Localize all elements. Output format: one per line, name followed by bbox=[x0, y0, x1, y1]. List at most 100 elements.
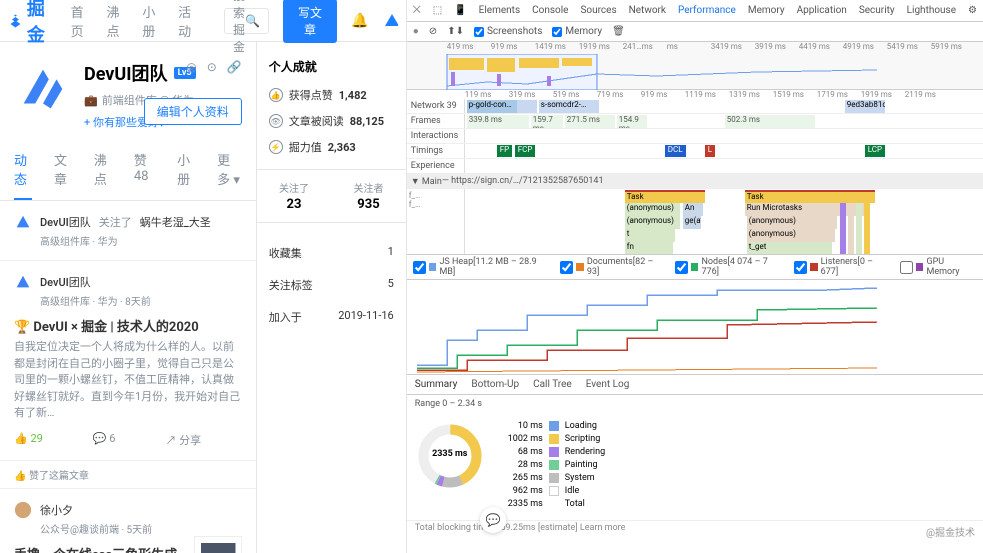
inspect-icon[interactable]: ⬚ bbox=[433, 5, 442, 16]
fn-bar[interactable]: t bbox=[625, 229, 675, 242]
frame-bar[interactable]: 271.5 ms bbox=[565, 115, 615, 128]
task-bar[interactable]: Task bbox=[745, 190, 875, 203]
feed-item[interactable]: 徐小夕 公众号@趣谈前端 · 5天前 手撸一个在线css三角形生成器 为了提高 … bbox=[0, 489, 256, 553]
feed-item[interactable]: DevUI团队 关注了 蜗牛老湿_大圣 高级组件库 · 华为 bbox=[0, 201, 256, 261]
fn-bar[interactable]: (anonymous) bbox=[625, 203, 680, 216]
nav-home[interactable]: 首页 bbox=[71, 2, 93, 40]
listeners-checkbox[interactable]: Listeners[0 – 677] bbox=[794, 257, 890, 277]
tab-more[interactable]: 更多 ▾ bbox=[217, 140, 242, 200]
feed-meta: 高级组件库 · 华为 · 8天前 bbox=[40, 293, 242, 308]
fp-marker[interactable]: FP bbox=[497, 145, 512, 157]
frame-bar[interactable]: 159.7 ms bbox=[531, 115, 563, 128]
memory-checkbox[interactable]: Memory bbox=[552, 26, 602, 37]
screenshots-checkbox[interactable]: Screenshots bbox=[474, 26, 542, 37]
weibo-icon[interactable]: ◎ bbox=[186, 60, 196, 74]
panel-security[interactable]: Security bbox=[859, 5, 895, 16]
summary-tab[interactable]: Summary bbox=[415, 379, 458, 390]
tab-articles[interactable]: 文章 bbox=[54, 140, 72, 200]
panel-console[interactable]: Console bbox=[532, 5, 568, 16]
load-icon[interactable]: ⬆⬇ bbox=[447, 26, 464, 37]
like-label: 👍 赞了这篇文章 bbox=[0, 461, 256, 489]
search-icon: 🔍 bbox=[245, 14, 260, 28]
panel-elements[interactable]: Elements bbox=[479, 5, 520, 16]
nav-pins[interactable]: 沸点 bbox=[107, 2, 129, 40]
eventlog-tab[interactable]: Event Log bbox=[586, 379, 630, 390]
devtools-close-icon[interactable]: ⨉ bbox=[413, 5, 421, 16]
edit-profile-button[interactable]: 编辑个人资料 bbox=[144, 98, 242, 125]
like-icon: 👍 bbox=[269, 88, 283, 102]
task-bar[interactable]: Task bbox=[625, 190, 705, 203]
flame-ruler: 119 ms319 ms519 ms719 ms919 ms1119 ms131… bbox=[407, 90, 983, 99]
track-interactions[interactable]: Interactions bbox=[407, 129, 465, 143]
frame-bar[interactable]: 339.8 ms bbox=[467, 115, 529, 128]
clear-icon[interactable]: ⊘ bbox=[429, 26, 437, 37]
tab-likes[interactable]: 赞 48 bbox=[134, 140, 155, 200]
share-button[interactable]: ↗ 分享 bbox=[165, 432, 201, 448]
trash-icon[interactable]: 🗑 bbox=[612, 26, 625, 37]
timeline-overview[interactable]: 419 ms919 ms1419 ms1919 ms241…msms3419 m… bbox=[407, 42, 983, 90]
panel-lighthouse[interactable]: Lighthouse bbox=[907, 5, 956, 16]
settings-icon[interactable]: ⚙ bbox=[968, 5, 977, 16]
track-experience[interactable]: Experience bbox=[407, 159, 465, 173]
fn-bar[interactable]: An bbox=[683, 203, 703, 216]
bottomup-tab[interactable]: Bottom-Up bbox=[471, 379, 519, 390]
juejin-icon bbox=[8, 12, 23, 30]
avatar-icon bbox=[14, 501, 32, 519]
fab-button[interactable]: 💬 bbox=[480, 507, 506, 533]
fn-bar[interactable]: fn bbox=[625, 242, 673, 255]
flame-chart[interactable]: 119 ms319 ms519 ms719 ms919 ms1119 ms131… bbox=[407, 90, 983, 255]
github-icon[interactable]: ⊙ bbox=[207, 60, 217, 74]
device-icon[interactable]: 📱 bbox=[454, 5, 466, 16]
fn-bar[interactable]: (anonymous) bbox=[625, 216, 680, 229]
dcl-marker[interactable]: DCL bbox=[665, 145, 686, 157]
network-bar[interactable]: s-somcdr2-… bbox=[539, 100, 599, 113]
fcp-marker[interactable]: FCP bbox=[515, 145, 536, 157]
track-timings[interactable]: Timings bbox=[407, 144, 465, 158]
fn-bar[interactable]: (anonymous) bbox=[747, 229, 835, 242]
memory-chart[interactable] bbox=[407, 280, 983, 375]
track-network[interactable]: Network 39 bbox=[407, 99, 465, 113]
lcp-marker[interactable]: LCP bbox=[865, 145, 885, 157]
gpu-checkbox[interactable]: GPU Memory bbox=[900, 257, 977, 277]
frame-bar[interactable]: 502.3 ms bbox=[725, 115, 815, 128]
tab-books[interactable]: 小册 bbox=[177, 140, 195, 200]
panel-sources[interactable]: Sources bbox=[580, 5, 616, 16]
link-icon[interactable]: 🔗 bbox=[227, 60, 242, 74]
bell-icon[interactable]: 🔔 bbox=[351, 13, 368, 29]
fn-bar[interactable]: t_get bbox=[747, 242, 832, 255]
tab-pins[interactable]: 沸点 bbox=[94, 140, 112, 200]
tab-activity[interactable]: 动态 bbox=[14, 140, 32, 200]
summary-donut: 2335 ms bbox=[415, 421, 485, 491]
nav-events[interactable]: 活动 bbox=[178, 2, 200, 40]
fn-bar[interactable]: (anonymous) bbox=[747, 216, 837, 229]
record-icon[interactable]: ● bbox=[413, 26, 419, 37]
heap-checkbox[interactable]: JS Heap[11.2 MB – 28.9 MB] bbox=[413, 257, 550, 277]
network-bar[interactable]: 9ed3ab81c… bbox=[845, 100, 885, 113]
write-button[interactable]: 写文章 bbox=[283, 0, 337, 43]
logo[interactable]: 掘金 bbox=[8, 0, 57, 47]
track-frames[interactable]: Frames bbox=[407, 114, 465, 128]
like-count[interactable]: 👍 29 bbox=[14, 432, 43, 448]
fn-bar[interactable]: ge(at…) bbox=[683, 216, 701, 229]
panel-performance[interactable]: Performance bbox=[678, 5, 736, 16]
docs-checkbox[interactable]: Documents[82 – 93] bbox=[560, 257, 665, 277]
calltree-tab[interactable]: Call Tree bbox=[533, 379, 572, 390]
network-bar[interactable]: p-gold-con… bbox=[467, 100, 517, 113]
frame-bar[interactable]: 154.9 ms bbox=[617, 115, 647, 128]
nodes-checkbox[interactable]: Nodes[4 074 – 7 776] bbox=[675, 257, 784, 277]
user-avatar-icon[interactable] bbox=[383, 12, 398, 30]
l-marker[interactable]: L bbox=[705, 145, 715, 157]
feed-item[interactable]: DevUI团队 高级组件库 · 华为 · 8天前 🏆 DevUI × 掘金 | … bbox=[0, 261, 256, 461]
sidebar-kv[interactable]: 关注标签5 bbox=[269, 269, 394, 301]
panel-application[interactable]: Application bbox=[797, 5, 847, 16]
feed-author: 徐小夕 bbox=[40, 502, 73, 518]
followers-stat[interactable]: 关注者935 bbox=[331, 180, 406, 212]
sidebar-kv[interactable]: 收藏集1 bbox=[269, 237, 394, 269]
panel-memory[interactable]: Memory bbox=[748, 5, 785, 16]
feed-thumbnail bbox=[194, 536, 242, 553]
panel-network[interactable]: Network bbox=[629, 5, 666, 16]
following-stat[interactable]: 关注了23 bbox=[257, 180, 332, 212]
comment-count[interactable]: 💬 6 bbox=[93, 432, 116, 448]
search-input[interactable]: 搜索掘金 🔍 bbox=[224, 8, 269, 34]
nav-books[interactable]: 小册 bbox=[142, 2, 164, 40]
